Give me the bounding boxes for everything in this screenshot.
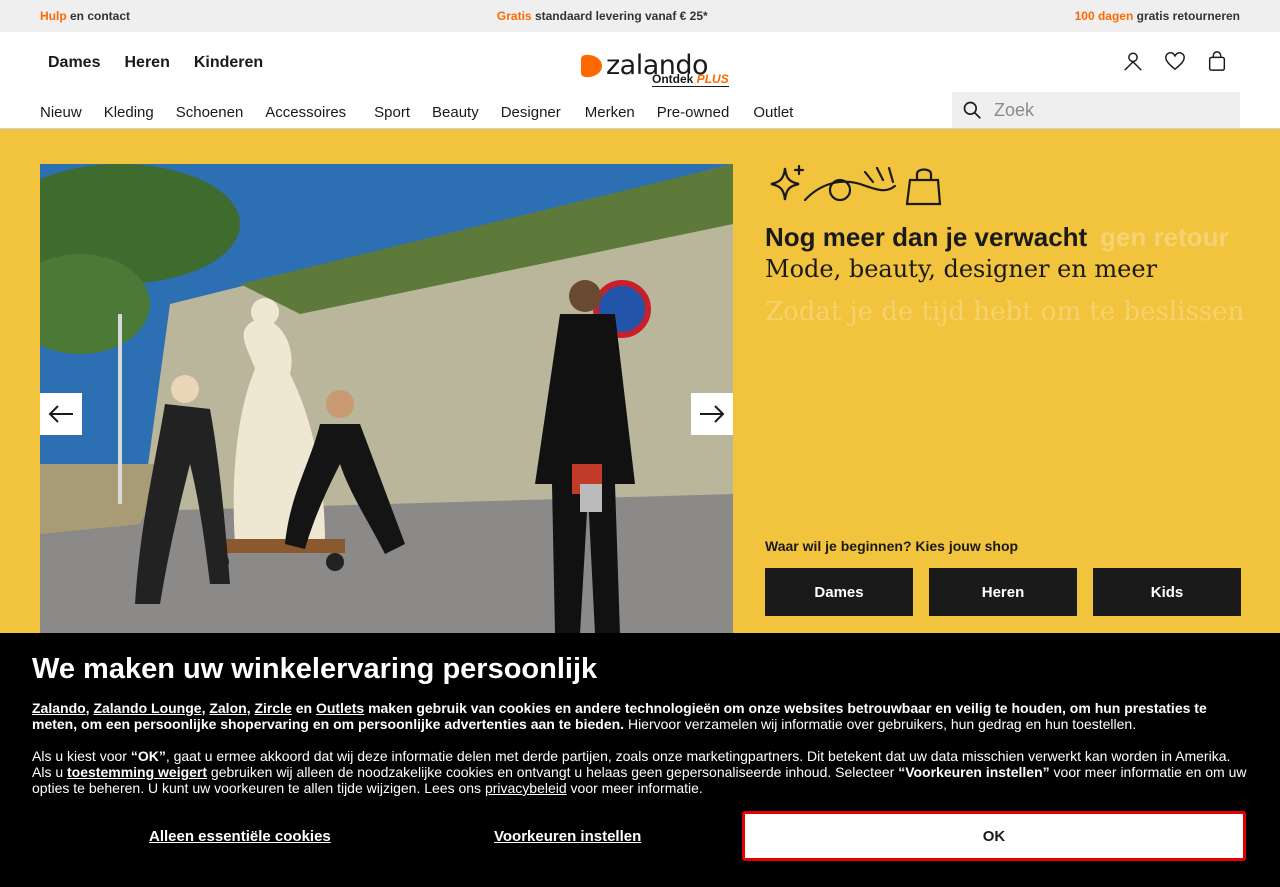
logo-plus-text: PLUS <box>696 72 729 86</box>
category-accessoires[interactable]: Accessoires <box>265 104 346 121</box>
search-box[interactable] <box>952 92 1240 128</box>
cookie-banner: We maken uw winkelervaring persoonlijk Z… <box>0 633 1280 887</box>
ok-button[interactable]: OK <box>742 811 1246 861</box>
logo-subtitle: Ontdek PLUS <box>652 72 729 87</box>
cookie-rest-text: Hiervoor verzamelen wij informatie over … <box>624 716 1137 732</box>
link-privacy-policy[interactable]: privacybeleid <box>485 780 567 796</box>
returns-accent-text: 100 dagen <box>1074 9 1134 23</box>
link-zalando[interactable]: Zalando <box>32 700 86 716</box>
cookie-p2-ok: “OK” <box>130 748 166 764</box>
cookie-paragraph-1: Zalando, Zalando Lounge, Zalon, Zircle e… <box>32 700 1207 732</box>
hero-photo-illustration <box>40 164 733 634</box>
shop-buttons: Dames Heren Kids <box>765 568 1241 616</box>
sparkle-eye-bag-doodle-icon <box>770 164 942 206</box>
top-info-bar: Hulp en contact Gratis standaard leverin… <box>0 0 1280 32</box>
shipping-info: Gratis standaard levering vanaf € 25* <box>497 9 708 23</box>
header-icons <box>1122 50 1228 72</box>
shipping-accent-text: Gratis <box>496 9 532 23</box>
category-beauty[interactable]: Beauty <box>432 104 479 121</box>
category-merken[interactable]: Merken <box>585 104 635 121</box>
heart-icon[interactable] <box>1164 50 1186 72</box>
link-outlets[interactable]: Outlets <box>316 700 364 716</box>
returns-info: 100 dagen gratis retourneren <box>1075 9 1240 23</box>
shop-question: Waar wil je beginnen? Kies jouw shop <box>765 538 1019 554</box>
help-contact-link[interactable]: Hulp en contact <box>40 9 130 23</box>
hero-banner: Nog meer dan je verwacht gen retour Mode… <box>0 129 1280 634</box>
gender-nav: Dames Heren Kinderen <box>48 54 263 72</box>
hero-headline-ghost-text: gen retour <box>1100 222 1229 252</box>
hero-ghost-line: Zodat je de tijd hebt om te beslissen <box>765 297 1245 327</box>
shop-heren-button[interactable]: Heren <box>929 568 1077 616</box>
shipping-text: standaard levering vanaf € 25* <box>531 9 708 23</box>
hero-image[interactable] <box>40 164 733 634</box>
hero-headline-text: Nog meer dan je verwacht <box>765 222 1088 252</box>
carousel-prev-button[interactable] <box>40 393 82 435</box>
cookie-p2-c: gebruiken wij alleen de noodzakelijke co… <box>207 764 899 780</box>
category-schoenen[interactable]: Schoenen <box>176 104 244 121</box>
category-pre-owned[interactable]: Pre-owned <box>657 104 730 121</box>
link-zalando-lounge[interactable]: Zalando Lounge <box>93 700 201 716</box>
shopping-bag-icon[interactable] <box>1206 50 1228 72</box>
arrow-left-icon <box>48 405 73 423</box>
cookie-p2-pref: “Voorkeuren instellen” <box>898 764 1050 780</box>
link-zircle[interactable]: Zircle <box>254 700 291 716</box>
cookie-p2-e: voor meer informatie. <box>566 780 703 796</box>
category-outlet[interactable]: Outlet <box>753 104 793 121</box>
carousel-next-button[interactable] <box>691 393 733 435</box>
cookie-title: We maken uw winkelervaring persoonlijk <box>32 653 598 685</box>
arrow-right-icon <box>700 405 725 423</box>
preferences-button[interactable]: Voorkeuren instellen <box>494 828 641 845</box>
cookie-p2-a: Als u kiest voor <box>32 748 131 764</box>
link-refuse-consent[interactable]: toestemming weigert <box>67 764 207 780</box>
category-sport[interactable]: Sport <box>374 104 410 121</box>
category-nav: Nieuw Kleding Schoenen Accessoires Sport… <box>40 104 815 121</box>
category-kleding[interactable]: Kleding <box>104 104 154 121</box>
zalando-logo[interactable]: zalando Ontdek PLUS <box>580 50 740 90</box>
search-icon <box>963 101 981 119</box>
help-accent-text: Hulp <box>40 9 67 23</box>
cookie-and-text: en <box>291 700 316 716</box>
gender-nav-kinderen[interactable]: Kinderen <box>194 54 263 72</box>
category-designer[interactable]: Designer <box>501 104 561 121</box>
cookie-actions: Alleen essentiële cookies Voorkeuren ins… <box>0 809 1280 863</box>
essential-cookies-button[interactable]: Alleen essentiële cookies <box>149 828 331 845</box>
shop-dames-button[interactable]: Dames <box>765 568 913 616</box>
shop-kids-button[interactable]: Kids <box>1093 568 1241 616</box>
hero-subline: Mode, beauty, designer en meer <box>765 255 1158 283</box>
help-text: en contact <box>66 9 131 23</box>
gender-nav-heren[interactable]: Heren <box>124 54 169 72</box>
logo-sub-text: Ontdek <box>652 72 694 86</box>
hero-headline: Nog meer dan je verwacht gen retour <box>765 222 1240 253</box>
zalando-logo-icon <box>581 54 602 78</box>
category-nieuw[interactable]: Nieuw <box>40 104 82 121</box>
site-header: Dames Heren Kinderen zalando Ontdek PLUS… <box>0 32 1280 129</box>
user-icon[interactable] <box>1122 50 1144 72</box>
search-input[interactable] <box>994 99 1224 121</box>
hero-text-panel: Nog meer dan je verwacht gen retour Mode… <box>765 164 1245 327</box>
returns-text: gratis retourneren <box>1133 9 1240 23</box>
cookie-paragraph-2: Als u kiest voor “OK”, gaat u ermee akko… <box>32 748 1248 796</box>
gender-nav-dames[interactable]: Dames <box>48 54 100 72</box>
link-zalon[interactable]: Zalon <box>209 700 246 716</box>
